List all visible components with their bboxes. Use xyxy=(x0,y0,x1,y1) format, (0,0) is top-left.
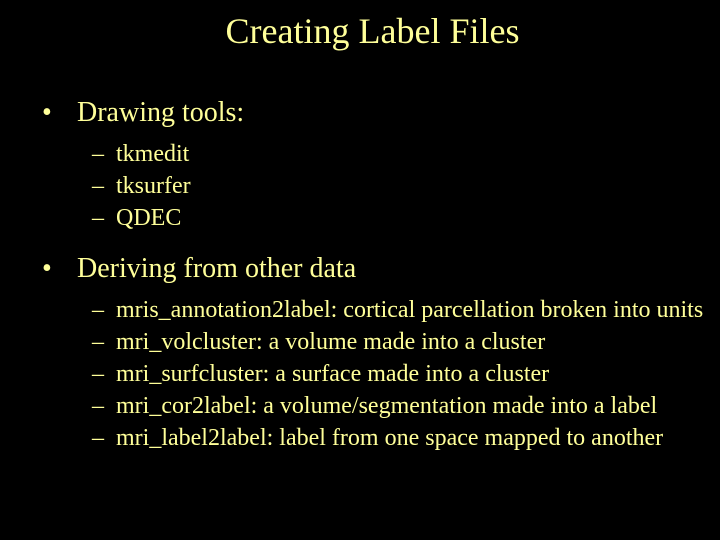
section-heading-text: Deriving from other data xyxy=(77,253,356,284)
list-item: tkmedit xyxy=(92,139,720,169)
section-heading: Drawing tools: tkmedit tksurfer QDEC xyxy=(50,97,720,233)
list-item: tksurfer xyxy=(92,171,720,201)
list-item-text: mri_cor2label: a volume/segmentation mad… xyxy=(116,393,657,419)
list-item: mri_label2label: label from one space ma… xyxy=(92,423,720,453)
section-heading: Deriving from other data mris_annotation… xyxy=(50,253,720,453)
list-item-text: mri_label2label: label from one space ma… xyxy=(116,425,663,451)
list-item-text: mri_volcluster: a volume made into a clu… xyxy=(116,329,545,355)
list-item-text: tksurfer xyxy=(116,173,191,199)
list-item-text: QDEC xyxy=(116,205,181,231)
slide-title: Creating Label Files xyxy=(0,10,720,52)
list-item: mri_cor2label: a volume/segmentation mad… xyxy=(92,391,720,421)
section-heading-text: Drawing tools: xyxy=(77,97,244,128)
list-item: mri_surfcluster: a surface made into a c… xyxy=(92,359,720,389)
list-item: mris_annotation2label: cortical parcella… xyxy=(92,295,720,325)
bullet-list: Drawing tools: tkmedit tksurfer QDEC Der… xyxy=(0,97,720,453)
sub-list: tkmedit tksurfer QDEC xyxy=(50,139,720,233)
sub-list: mris_annotation2label: cortical parcella… xyxy=(50,295,720,453)
list-item: QDEC xyxy=(92,203,720,233)
list-item: mri_volcluster: a volume made into a clu… xyxy=(92,327,720,357)
list-item-text: mris_annotation2label: cortical parcella… xyxy=(116,297,703,323)
list-item-text: tkmedit xyxy=(116,141,189,167)
list-item-text: mri_surfcluster: a surface made into a c… xyxy=(116,361,549,387)
slide: Creating Label Files Drawing tools: tkme… xyxy=(0,0,720,453)
